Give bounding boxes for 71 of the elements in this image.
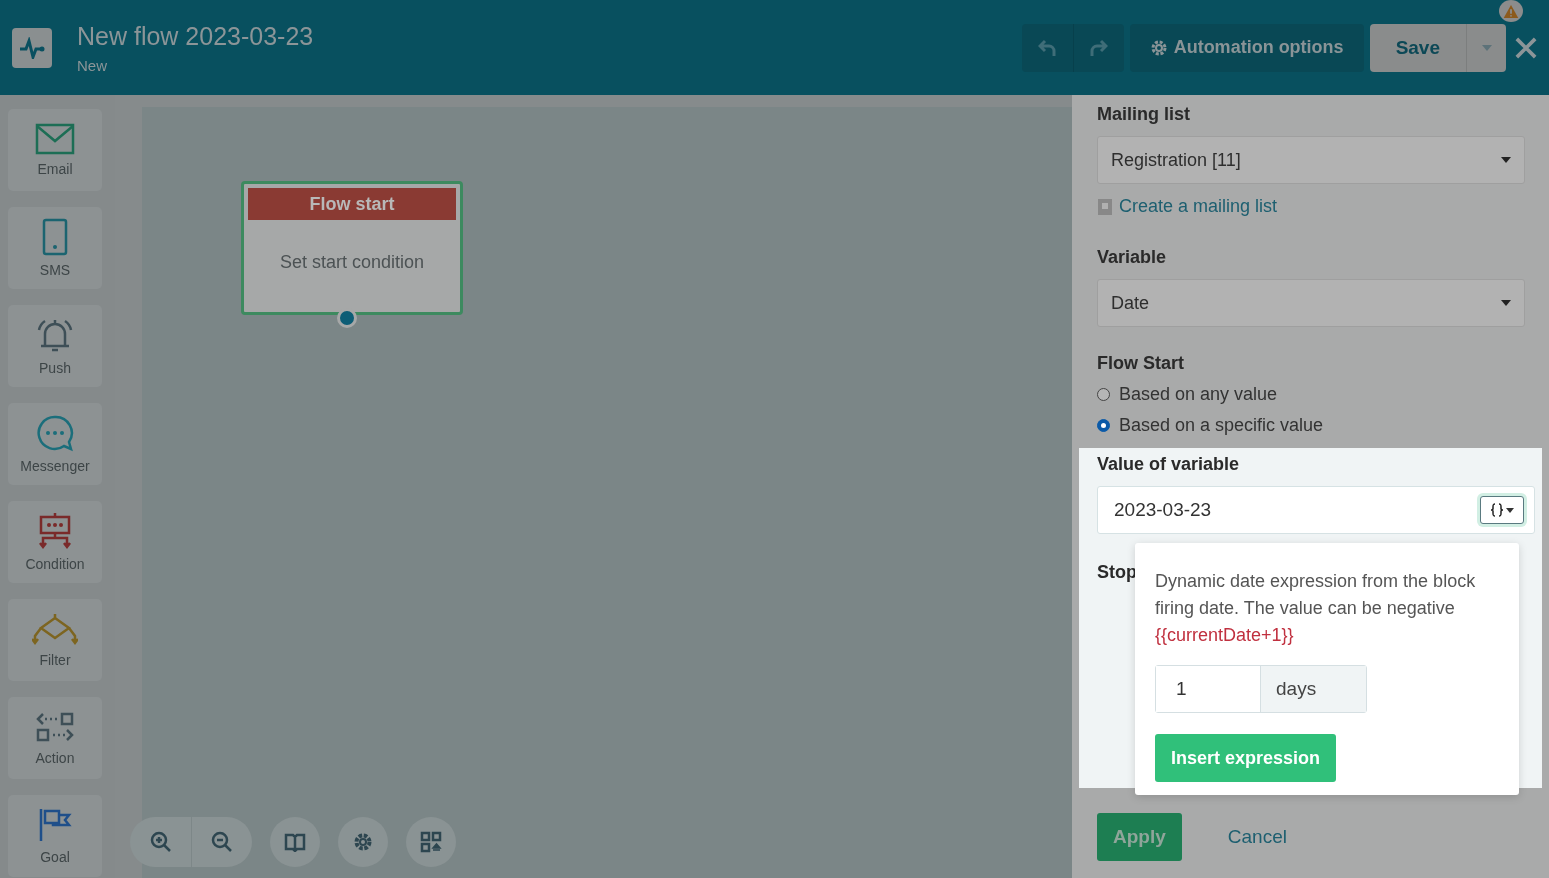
mailing-list-dropdown[interactable]: Registration [11]: [1097, 136, 1525, 184]
undo-icon: [1038, 37, 1057, 58]
address-book-icon: [1097, 197, 1113, 216]
stop-label: Stop: [1097, 562, 1137, 583]
node-body: Set start condition: [278, 252, 426, 273]
insert-expression-button[interactable]: Insert expression: [1155, 734, 1337, 782]
radio-button[interactable]: [1097, 388, 1110, 401]
robot-arrows-icon: [36, 512, 74, 550]
tool-tile[interactable]: Goal: [8, 795, 102, 877]
zoom-in-icon: [149, 831, 172, 853]
guide-button[interactable]: [270, 817, 320, 867]
caret-icon: [1501, 157, 1511, 163]
braces-icon: [1490, 503, 1503, 517]
value-of-variable-label: Value of variable: [1097, 454, 1241, 475]
pulse-logo-icon: [12, 27, 52, 68]
unit-label: days: [1261, 666, 1366, 712]
expression-description: Dynamic date expression from the block firing date. The value can be negative: [1155, 570, 1477, 620]
days-offset-field[interactable]: 1 days: [1155, 665, 1367, 713]
redo-icon: [1089, 37, 1108, 58]
value-field[interactable]: 2023-03-23: [1097, 486, 1535, 534]
tool-tile[interactable]: Email: [8, 109, 102, 191]
tool-tile[interactable]: Messenger: [8, 403, 102, 485]
radio-button[interactable]: [1097, 419, 1110, 432]
flow-start-node[interactable]: Flow start Set start condition: [241, 181, 463, 315]
connection-port[interactable]: [337, 308, 357, 328]
radio-label: Based on a specific value: [1119, 415, 1324, 436]
caret-icon: [1481, 44, 1492, 51]
settings-icon: [352, 831, 374, 853]
tool-tile[interactable]: Push: [8, 305, 102, 387]
book-icon: [284, 832, 306, 852]
tool-tile[interactable]: Filter: [8, 599, 102, 681]
variable-label: Variable: [1097, 247, 1168, 268]
zoom-out-icon: [211, 831, 233, 853]
tool-label: Email: [37, 161, 73, 177]
expression-dropdown-button[interactable]: [1480, 496, 1524, 524]
flow-status: New: [77, 56, 108, 74]
caret-icon: [1501, 300, 1511, 306]
layout-button[interactable]: [406, 817, 456, 867]
tool-label: Push: [39, 360, 71, 376]
settings-button[interactable]: [338, 817, 388, 867]
arrows-squares-icon: [35, 710, 75, 744]
blocks-icon: [420, 831, 442, 853]
flow-title: New flow 2023-03-23: [77, 21, 315, 51]
caret-icon: [1505, 507, 1514, 513]
warning-icon: [1499, 0, 1523, 22]
tool-tile[interactable]: Condition: [8, 501, 102, 583]
tool-label: SMS: [39, 262, 71, 278]
tool-label: Condition: [25, 556, 85, 572]
node-title: Flow start: [248, 188, 456, 220]
diamond-arrows-icon: [32, 612, 78, 646]
tool-label: Messenger: [20, 458, 90, 474]
tool-label: Filter: [39, 652, 71, 668]
tool-tile[interactable]: Action: [8, 697, 102, 779]
variable-dropdown[interactable]: Date: [1097, 279, 1525, 327]
tool-tile[interactable]: SMS: [8, 207, 102, 289]
radio-label: Based on any value: [1119, 384, 1278, 405]
flow-start-label: Flow Start: [1097, 353, 1185, 374]
phone-icon: [41, 218, 69, 256]
gear-icon: [1149, 38, 1168, 57]
tool-label: Action: [35, 750, 75, 766]
expression-example: {{currentDate+1}}: [1155, 624, 1295, 647]
envelope-icon: [35, 123, 75, 155]
flag-icon: [38, 807, 72, 843]
close-icon: [1515, 36, 1537, 59]
apply-button[interactable]: Apply: [1097, 812, 1182, 861]
automation-options-button[interactable]: Automation options: [1129, 23, 1364, 72]
create-mailing-list-link[interactable]: Create a mailing list: [1119, 196, 1278, 217]
mailing-list-label: Mailing list: [1097, 104, 1191, 125]
cancel-link[interactable]: Cancel: [1227, 825, 1287, 848]
chat-bubble-icon: [36, 414, 74, 452]
tool-label: Goal: [40, 849, 70, 865]
